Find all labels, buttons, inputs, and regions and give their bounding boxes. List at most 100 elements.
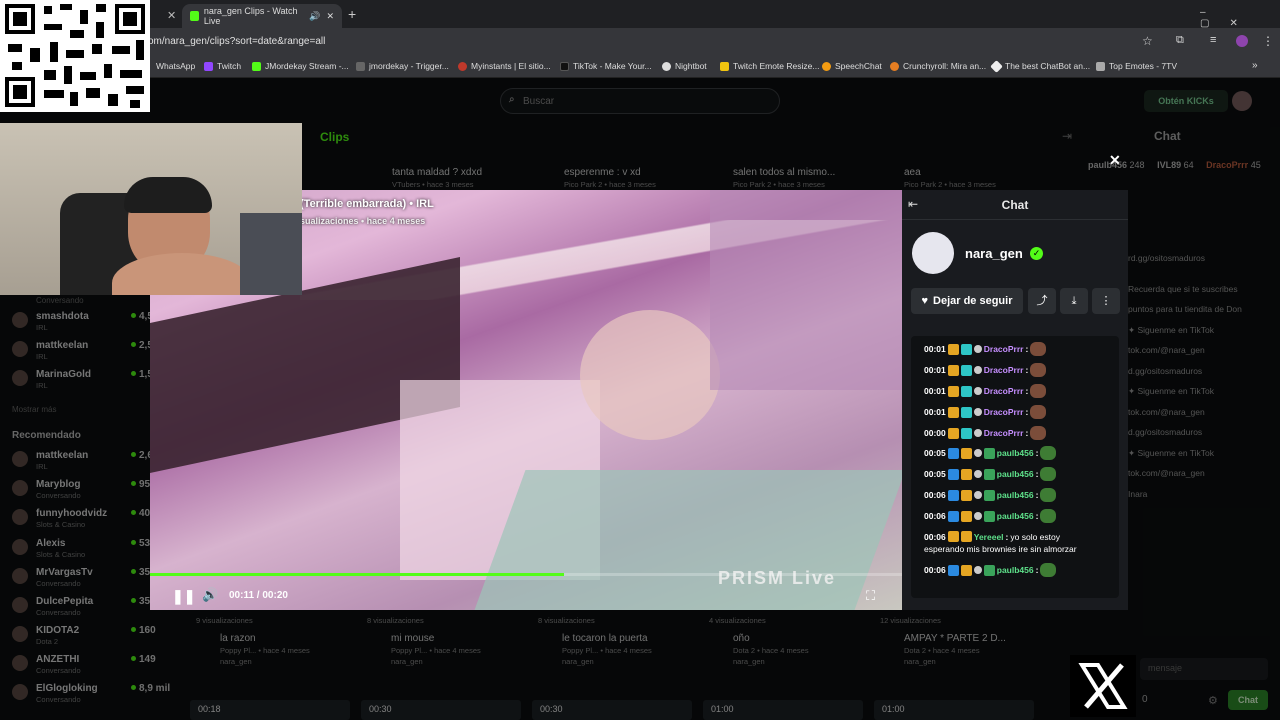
badge-icon [973,512,982,520]
badge-icon [960,343,972,355]
message-time: 00:06 [924,490,946,500]
tab-active[interactable]: nara_gen Clips - Watch Live 🔊 ✕ [182,4,342,28]
kick-favicon-icon [190,11,199,21]
badge-icon [973,387,982,395]
chat-message-cont: esperando mis brownies ire sin almorzar [924,544,1077,554]
tiktok-icon [560,61,569,71]
clip-meta: sualizaciones • hace 4 meses [300,216,426,226]
webcam-overlay [0,123,302,295]
window-controls[interactable]: –▢✕ [1200,7,1280,29]
profile-avatar[interactable] [1236,35,1248,47]
message-text: yo solo estoy [1010,531,1060,542]
message-user[interactable]: paulb456 [997,448,1034,458]
bookmarks-overflow-icon[interactable]: » [1252,60,1258,71]
badge-icon [960,531,972,542]
nightbot-icon [662,61,671,71]
badge-icon [983,510,995,522]
bookmark-item[interactable]: Twitch [204,61,241,71]
message-user[interactable]: paulb456 [997,469,1034,479]
message-user[interactable]: paulb456 [997,565,1034,575]
audio-icon[interactable]: 🔊 [309,11,320,22]
collapse-icon[interactable]: ⇤ [908,197,918,211]
badge-icon [983,447,995,459]
emote-icon [1040,563,1057,577]
emote-icon [1030,426,1047,440]
url-text[interactable]: om/nara_gen/clips?sort=date&range=all [148,36,325,47]
prism-watermark: PRISM Live [718,568,837,588]
badge-icon [960,447,972,459]
myinstants-icon [458,61,467,71]
bookmark-item[interactable]: jmordekay - Trigger... [356,61,449,71]
badge-icon [947,364,959,376]
new-tab-icon[interactable]: + [348,6,356,22]
channel-avatar[interactable] [912,232,954,274]
fullscreen-icon[interactable]: ⛶ [866,588,875,604]
bookmark-item[interactable]: TikTok - Make Your... [560,61,652,71]
bookmark-item[interactable]: WhatsApp [156,61,195,71]
menu-icon[interactable]: ⋮ [1262,34,1274,48]
emote-icon [1040,509,1057,523]
progress-fill [150,573,564,576]
qr-code [0,0,150,112]
verified-icon: ✓ [1030,247,1043,260]
progress-track[interactable] [150,573,902,576]
badge-icon [973,449,982,457]
tab-close-icon[interactable]: ✕ [326,11,334,22]
chat-message: 00:01 DracoPrrr: [924,384,1047,398]
clip-chat-header: Chat [902,190,1128,220]
media-icon[interactable]: ≡ [1210,34,1216,46]
bookmark-item[interactable]: The best ChatBot an... [990,59,1090,73]
close-modal-icon[interactable]: ✕ [1109,152,1121,169]
message-user[interactable]: DracoPrrr [984,428,1024,438]
bookmark-item[interactable]: Nightbot [662,61,707,71]
clip-title: (Terrible embarrada) • IRL [300,198,434,210]
bookmark-item[interactable]: Twitch Emote Resize... [720,61,819,71]
download-icon[interactable]: ⤓ [1060,288,1088,314]
message-user[interactable]: DracoPrrr [984,386,1024,396]
volume-icon[interactable]: 🔊 [202,587,218,603]
chat-message: 00:06 paulb456: [924,488,1057,502]
message-time: 00:00 [924,428,946,438]
badge-icon [960,489,972,501]
badge-icon [947,531,959,542]
emote-icon [1030,405,1047,419]
bookmark-item[interactable]: SpeechChat [822,61,882,71]
message-user[interactable]: Yereeel [974,532,1004,542]
bookmark-icon [720,61,729,71]
badge-icon [947,510,959,522]
badge-icon [947,427,959,439]
extensions-icon[interactable]: ⧉ [1176,34,1184,47]
badge-icon [947,343,959,355]
message-user[interactable]: DracoPrrr [984,407,1024,417]
bookmark-item[interactable]: Myinstants | El sitio... [458,61,551,71]
badge-icon [973,491,982,499]
message-user[interactable]: paulb456 [997,511,1034,521]
badge-icon [973,470,982,478]
bookmark-item[interactable]: Top Emotes - 7TV [1096,61,1177,71]
badge-icon [973,429,982,437]
badge-icon [947,385,959,397]
chat-message: 00:00 DracoPrrr: [924,426,1047,440]
message-time: 00:05 [924,448,946,458]
badge-icon [960,364,972,376]
message-user[interactable]: paulb456 [997,490,1034,500]
star-icon[interactable]: ☆ [1142,34,1153,48]
pause-icon[interactable]: ❚❚ [172,588,195,605]
heart-icon: ♥ [921,295,929,307]
speechchat-icon [822,61,831,71]
share-icon[interactable]: ⤴ [1028,288,1056,314]
chat-message: 00:06 Yereeel: yo solo estoy [924,531,1060,542]
channel-name[interactable]: nara_gen [965,246,1023,261]
badge-icon [973,345,982,353]
message-user[interactable]: DracoPrrr [984,344,1024,354]
more-options-icon[interactable]: ⋮ [1092,288,1120,314]
emote-icon [1030,384,1047,398]
tab-close-icon[interactable]: ✕ [167,9,176,22]
unfollow-button[interactable]: ♥ Dejar de seguir [911,288,1023,314]
badge-icon [973,566,982,574]
bookmark-item[interactable]: Crunchyroll: Mira an... [890,61,986,71]
message-user[interactable]: DracoPrrr [984,365,1024,375]
bookmark-item[interactable]: JMordekay Stream -... [252,61,349,71]
emote-icon [1030,342,1047,356]
badge-icon [983,468,995,480]
